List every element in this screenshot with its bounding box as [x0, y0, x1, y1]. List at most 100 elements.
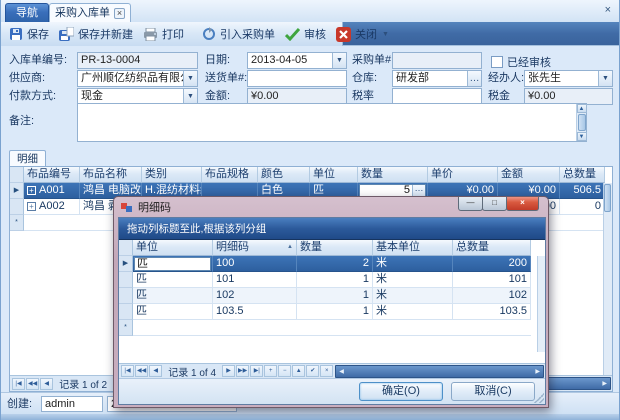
expand-icon[interactable]: + — [27, 202, 36, 211]
dcol-unit[interactable]: 单位 — [133, 240, 213, 256]
date-field[interactable]: 2013-04-05 ▼ — [247, 52, 347, 69]
dcol-baseunit[interactable]: 基本单位 — [373, 240, 453, 256]
order-no-field[interactable]: PR-13-0004 — [77, 52, 198, 69]
scroll-right-icon[interactable]: ▶ — [535, 368, 540, 375]
nav-first-icon[interactable]: |◀ — [121, 365, 134, 377]
nav-delete-icon[interactable]: − — [278, 365, 291, 377]
dcell-qty[interactable]: 1 — [297, 288, 373, 304]
dcell-total[interactable]: 101 — [453, 272, 531, 288]
audited-checkbox-row[interactable]: 已经审核 — [491, 54, 551, 70]
dialog-row-selected[interactable]: ▶ 匹 100 2 米 200 — [119, 256, 531, 272]
scroll-down-icon[interactable]: ▼ — [577, 132, 587, 141]
nav-prevpage-icon[interactable]: ◀◀ — [26, 378, 39, 390]
col-total[interactable]: 总数量 — [560, 167, 605, 183]
remark-scrollbar[interactable]: ▲ ▼ — [576, 104, 586, 141]
cell-total[interactable]: 506.5 — [560, 183, 605, 199]
dcell-baseunit[interactable]: 米 — [373, 288, 453, 304]
nav-prev-icon[interactable]: ◀ — [149, 365, 162, 377]
nav-edit-icon[interactable]: ▲ — [292, 365, 305, 377]
scroll-left-icon[interactable]: ◀ — [339, 368, 344, 375]
supplier-field[interactable]: 广州顺亿纺织品有限公司 ▼ — [77, 70, 198, 87]
dcell-qty[interactable]: 1 — [297, 304, 373, 320]
tabstrip-close-icon[interactable]: × — [605, 5, 611, 16]
cell-code[interactable]: + A001 — [24, 183, 80, 199]
col-price[interactable]: 单价 — [428, 167, 498, 183]
dcol-total[interactable]: 总数量 — [453, 240, 531, 256]
grid-vscrollbar[interactable] — [603, 183, 612, 375]
dcell-code[interactable]: 101 — [213, 272, 297, 288]
maximize-icon[interactable]: □ — [482, 197, 507, 211]
nav-prevpage-icon[interactable]: ◀◀ — [135, 365, 148, 377]
dialog-row[interactable]: 匹 103.5 1 米 103.5 — [119, 304, 531, 320]
qty-ellipsis-icon[interactable]: … — [412, 185, 425, 197]
warehouse-field[interactable]: 研发部 … — [392, 70, 482, 87]
cancel-button[interactable]: 取消(C) — [451, 382, 535, 401]
scroll-up-icon[interactable]: ▲ — [577, 104, 587, 113]
col-amount[interactable]: 金额 — [498, 167, 560, 183]
minimize-icon[interactable]: — — [458, 197, 483, 211]
dcell-total[interactable]: 102 — [453, 288, 531, 304]
resize-grip[interactable] — [534, 393, 544, 403]
detail-tab[interactable]: 明细 — [9, 150, 46, 167]
dialog-close-icon[interactable]: × — [506, 197, 539, 211]
dialog-hscrollbar[interactable]: ◀ ▶ — [335, 365, 544, 378]
nav-nextpage-icon[interactable]: ▶▶ — [236, 365, 249, 377]
audit-button[interactable]: 审核 — [281, 24, 330, 44]
warehouse-ellipsis-icon[interactable]: … — [467, 71, 481, 86]
po-field[interactable] — [392, 52, 482, 69]
col-spec[interactable]: 布品规格 — [202, 167, 258, 183]
dcell-total[interactable]: 103.5 — [453, 304, 531, 320]
nav-last-icon[interactable]: ▶| — [250, 365, 263, 377]
cell-total[interactable]: 0 — [560, 199, 605, 215]
dialog-vscrollbar[interactable] — [537, 256, 545, 352]
tab-purchase-inbound[interactable]: 采购入库单 × — [49, 3, 131, 22]
ok-button[interactable]: 确定(O) — [359, 382, 443, 401]
scroll-thumb[interactable] — [604, 184, 611, 212]
dialog-titlebar[interactable]: 明细码 — □ × — [114, 197, 548, 217]
col-color[interactable]: 颜色 — [258, 167, 310, 183]
save-and-new-button[interactable]: 保存并新建 — [55, 24, 137, 44]
agent-dropdown-icon[interactable]: ▼ — [598, 71, 612, 86]
dcell-unit[interactable]: 匹 — [133, 304, 213, 320]
group-by-panel[interactable]: 拖动列标题至此,根据该列分组 — [119, 218, 545, 240]
dcell-baseunit[interactable]: 米 — [373, 256, 453, 272]
dialog-row[interactable]: 匹 101 1 米 101 — [119, 272, 531, 288]
col-unit[interactable]: 单位 — [310, 167, 358, 183]
remark-textarea[interactable]: ▲ ▼ — [77, 103, 587, 142]
dcol-qty[interactable]: 数量 — [297, 240, 373, 256]
tab-navigation[interactable]: 导航 — [5, 3, 49, 22]
col-qty[interactable]: 数量 — [358, 167, 428, 183]
dcell-baseunit[interactable]: 米 — [373, 272, 453, 288]
dialog-new-row[interactable]: * — [119, 320, 531, 336]
col-code[interactable]: 布品编号 — [24, 167, 80, 183]
dcell-qty[interactable]: 1 — [297, 272, 373, 288]
print-button[interactable]: 打印 — [139, 24, 188, 44]
dcell-qty[interactable]: 2 — [297, 256, 373, 272]
nav-endedit-icon[interactable]: ✔ — [306, 365, 319, 377]
nav-add-icon[interactable]: + — [264, 365, 277, 377]
nav-next-icon[interactable]: ▶ — [222, 365, 235, 377]
dcell-baseunit[interactable]: 米 — [373, 304, 453, 320]
dcell-unit[interactable]: 匹 — [133, 272, 213, 288]
scroll-thumb[interactable] — [578, 114, 586, 131]
nav-first-icon[interactable]: |◀ — [12, 378, 25, 390]
audited-checkbox[interactable] — [491, 56, 503, 68]
close-dropdown-icon[interactable]: ▼ — [382, 31, 389, 38]
nav-prev-icon[interactable]: ◀ — [40, 378, 53, 390]
cell-code[interactable]: + A002 — [24, 199, 80, 215]
agent-field[interactable]: 张先生 ▼ — [524, 70, 613, 87]
dcell-code[interactable]: 100 — [213, 256, 297, 272]
nav-cancel-icon[interactable]: × — [320, 365, 333, 377]
close-button[interactable]: 关闭 ▼ — [332, 24, 393, 44]
dcell-unit[interactable]: 匹 — [133, 288, 213, 304]
dcell-code[interactable]: 102 — [213, 288, 297, 304]
dcell-total[interactable]: 200 — [453, 256, 531, 272]
dcol-detailcode[interactable]: 明细码 ▲ — [213, 240, 297, 256]
dcell-unit-editor[interactable]: 匹 — [133, 256, 213, 272]
supplier-dropdown-icon[interactable]: ▼ — [183, 71, 197, 86]
col-category[interactable]: 类别 — [142, 167, 202, 183]
dialog-row[interactable]: 匹 102 1 米 102 — [119, 288, 531, 304]
col-name[interactable]: 布品名称 — [80, 167, 142, 183]
expand-icon[interactable]: + — [27, 186, 36, 195]
dcell-code[interactable]: 103.5 — [213, 304, 297, 320]
